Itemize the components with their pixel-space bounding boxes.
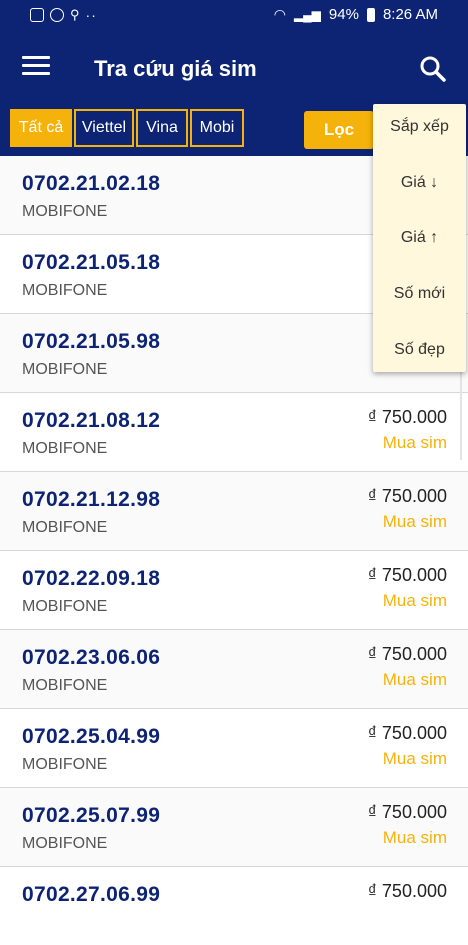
buy-sim-link[interactable]: Mua sim xyxy=(383,749,447,769)
sim-number: 0702.21.05.98 xyxy=(22,330,161,353)
page-title: Tra cứu giá sim xyxy=(94,56,257,81)
sort-menu: Sắp xếp Giá ↓ Giá ↑ Số mới Số đẹp xyxy=(373,104,466,372)
sort-price-asc[interactable]: Giá ↑ xyxy=(373,229,466,247)
sim-number: 0702.21.02.18 xyxy=(22,172,161,195)
sim-carrier: MOBIFONE xyxy=(22,282,108,299)
carrier-tabs: Tất cả Viettel Vina Mobi xyxy=(10,109,246,147)
list-item[interactable]: 0702.21.08.12 MOBIFONE ₫ 750.000 Mua sim xyxy=(0,393,468,472)
buy-sim-link[interactable]: Mua sim xyxy=(383,512,447,532)
sim-price: ₫ 750.000 xyxy=(367,881,447,901)
sim-number: 0702.25.04.99 xyxy=(22,725,161,748)
clock: 8:26 AM xyxy=(382,6,438,23)
list-item[interactable]: 0702.25.04.99 MOBIFONE ₫ 750.000 Mua sim xyxy=(0,709,468,788)
more-notifications-icon: ·· xyxy=(85,7,97,23)
app-notification-icon xyxy=(30,8,44,22)
buy-sim-link[interactable]: Mua sim xyxy=(383,828,447,848)
sim-price: ₫ 750.000 xyxy=(367,802,447,822)
sim-carrier: MOBIFONE xyxy=(22,519,108,536)
sim-number: 0702.22.09.18 xyxy=(22,567,161,590)
sort-price-desc[interactable]: Giá ↓ xyxy=(373,174,466,192)
sim-price: ₫ 750.000 xyxy=(367,565,447,585)
notification-icons: ⚲ ·· xyxy=(30,7,97,23)
list-item[interactable]: 0702.21.12.98 MOBIFONE ₫ 750.000 Mua sim xyxy=(0,472,468,551)
sim-carrier: MOBIFONE xyxy=(22,756,108,773)
sim-carrier: MOBIFONE xyxy=(22,361,108,378)
sim-carrier: MOBIFONE xyxy=(22,440,108,457)
tab-viettel[interactable]: Viettel xyxy=(74,109,134,147)
sim-carrier: MOBIFONE xyxy=(22,598,108,615)
sync-icon xyxy=(50,8,64,22)
sim-price: ₫ 750.000 xyxy=(367,644,447,664)
app-bar: Tra cứu giá sim xyxy=(0,32,468,106)
tab-mobi[interactable]: Mobi xyxy=(190,109,244,147)
sim-carrier: MOBIFONE xyxy=(22,677,108,694)
buy-sim-link[interactable]: Mua sim xyxy=(383,670,447,690)
list-item[interactable]: 0702.25.07.99 MOBIFONE ₫ 750.000 Mua sim xyxy=(0,788,468,867)
sim-number: 0702.25.07.99 xyxy=(22,804,161,827)
sim-carrier: MOBIFONE xyxy=(22,203,108,220)
sort-menu-header[interactable]: Sắp xếp xyxy=(373,118,466,136)
menu-icon[interactable] xyxy=(22,56,50,80)
tab-all[interactable]: Tất cả xyxy=(10,109,72,147)
sim-number: 0702.23.06.06 xyxy=(22,646,161,669)
sim-number: 0702.27.06.99 xyxy=(22,883,161,906)
system-icons: ◠ ▂▄▆ 94% 8:26 AM xyxy=(274,6,438,23)
list-item[interactable]: 0702.22.09.18 MOBIFONE ₫ 750.000 Mua sim xyxy=(0,551,468,630)
wifi-icon: ◠ xyxy=(273,6,286,22)
buy-sim-link[interactable]: Mua sim xyxy=(383,433,447,453)
sort-newest[interactable]: Số mới xyxy=(373,285,466,303)
search-icon[interactable] xyxy=(418,54,448,84)
sort-beautiful[interactable]: Số đẹp xyxy=(373,341,466,359)
sim-price: ₫ 750.000 xyxy=(367,723,447,743)
filter-button[interactable]: Lọc xyxy=(304,111,374,149)
list-item[interactable]: 0702.23.06.06 MOBIFONE ₫ 750.000 Mua sim xyxy=(0,630,468,709)
battery-icon xyxy=(366,7,375,22)
signal-icon: ▂▄▆ xyxy=(293,7,321,22)
status-bar: ⚲ ·· ◠ ▂▄▆ 94% 8:26 AM xyxy=(0,0,468,32)
list-item[interactable]: 0702.27.06.99 ₫ 750.000 xyxy=(0,867,468,945)
battery-percent: 94% xyxy=(328,6,359,23)
usb-icon: ⚲ xyxy=(70,7,80,22)
sim-carrier: MOBIFONE xyxy=(22,835,108,852)
sim-price: ₫ 750.000 xyxy=(367,407,447,427)
sim-number: 0702.21.12.98 xyxy=(22,488,161,511)
sim-number: 0702.21.08.12 xyxy=(22,409,161,432)
sim-price: ₫ 750.000 xyxy=(367,486,447,506)
buy-sim-link[interactable]: Mua sim xyxy=(383,591,447,611)
sim-number: 0702.21.05.18 xyxy=(22,251,161,274)
tab-vina[interactable]: Vina xyxy=(136,109,188,147)
